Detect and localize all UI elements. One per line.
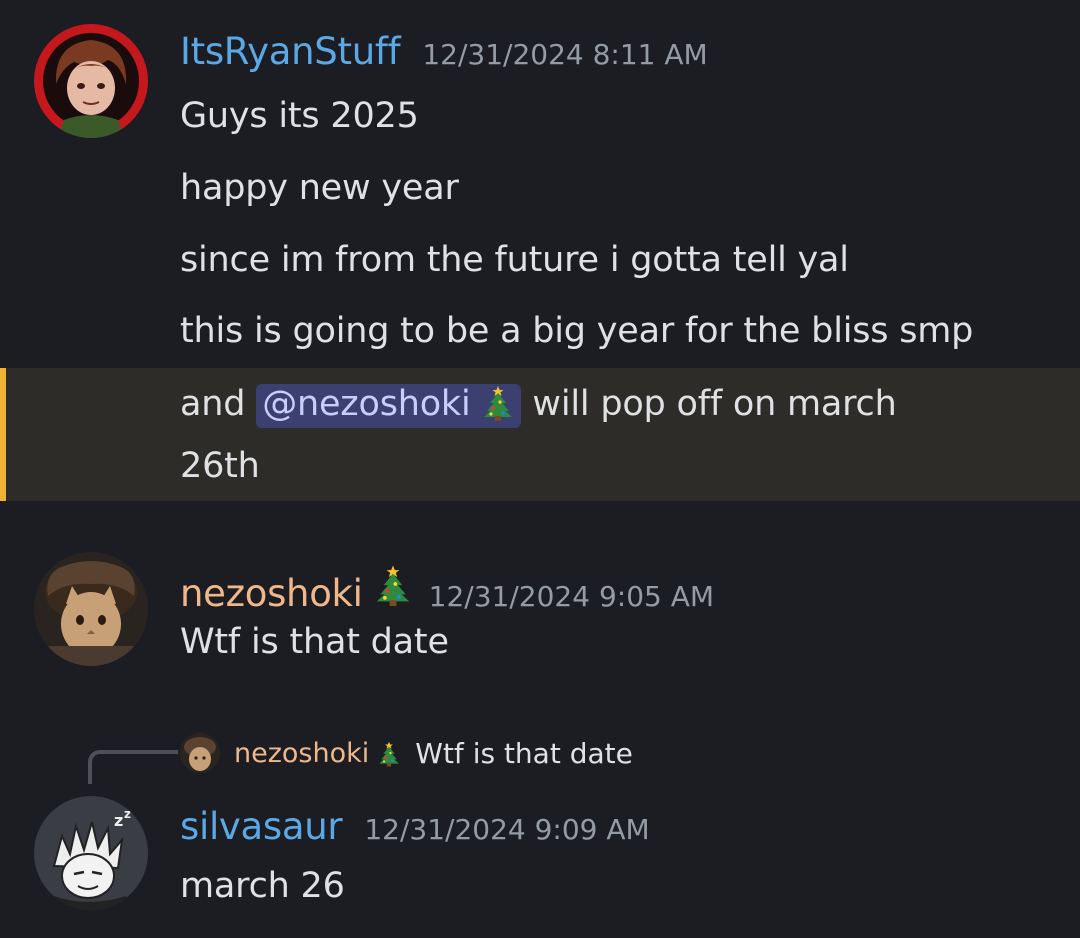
message-text-before: and	[180, 384, 246, 424]
message-text: march 26	[180, 866, 345, 906]
mention-highlight-bar	[0, 368, 6, 501]
message-text-after: will pop off on march	[532, 384, 897, 424]
svg-text:z: z	[124, 807, 131, 821]
svg-text:z: z	[114, 811, 123, 830]
message-text: 26th	[180, 446, 260, 486]
avatar-nezoshoki[interactable]	[34, 552, 148, 666]
message-text: Guys its 2025	[180, 96, 419, 136]
message-text: this is going to be a big year for the b…	[180, 311, 974, 351]
username[interactable]: nezoshoki	[180, 572, 363, 615]
username[interactable]: ItsRyanStuff	[180, 30, 401, 73]
user-mention[interactable]: @nezoshoki	[256, 383, 522, 428]
timestamp: 12/31/2024 9:09 AM	[364, 813, 650, 846]
message-header: silvasaur 12/31/2024 9:09 AM	[180, 805, 650, 848]
message-text: since im from the future i gotta tell ya…	[180, 240, 849, 280]
reply-username[interactable]: nezoshoki	[234, 738, 369, 769]
message-text: Wtf is that date	[180, 622, 449, 662]
avatar-itsryanstuff[interactable]	[34, 24, 148, 138]
message-text: happy new year	[180, 168, 459, 208]
avatar-silvasaur[interactable]: z z	[34, 796, 148, 910]
mention-label: @nezoshoki	[262, 384, 471, 424]
message-header: ItsRyanStuff 12/31/2024 8:11 AM	[180, 30, 708, 73]
christmas-tree-icon	[377, 739, 401, 767]
reply-avatar	[180, 733, 220, 773]
christmas-tree-icon	[481, 383, 515, 421]
timestamp: 12/31/2024 9:05 AM	[428, 580, 715, 613]
reply-preview[interactable]: nezoshoki Wtf is that date	[180, 733, 633, 773]
message-text-mention: and @nezoshoki will pop off on march	[180, 383, 897, 428]
timestamp: 12/31/2024 8:11 AM	[422, 38, 708, 71]
christmas-tree-icon	[373, 562, 413, 606]
reply-text: Wtf is that date	[415, 736, 633, 770]
reply-connector	[88, 750, 178, 784]
message-header: nezoshoki 12/31/2024 9:05 AM	[180, 562, 714, 615]
username[interactable]: silvasaur	[180, 805, 343, 848]
